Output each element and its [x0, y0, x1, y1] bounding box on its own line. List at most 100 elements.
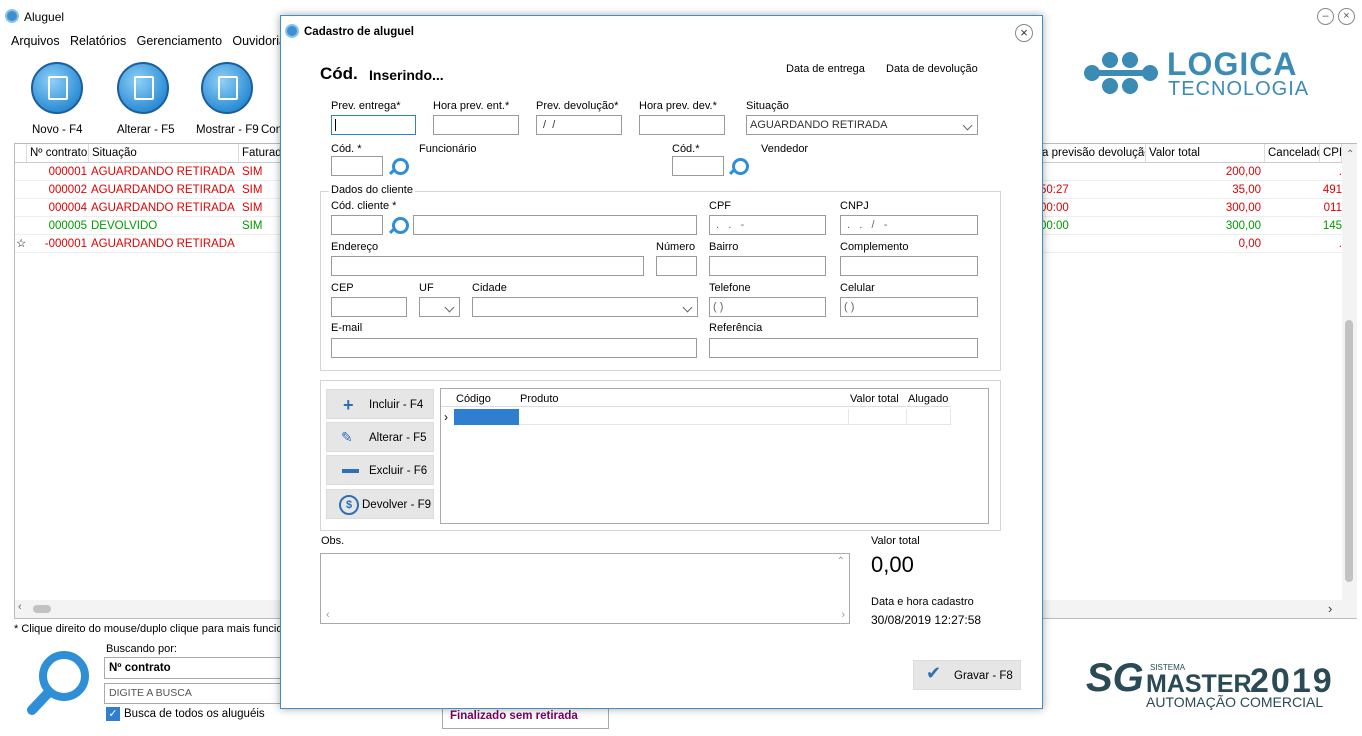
search-vendedor-icon[interactable] — [728, 158, 749, 176]
cep-input[interactable] — [331, 297, 407, 317]
cpf-input[interactable]: . . - — [709, 215, 826, 235]
devolver-button[interactable]: $ Devolver - F9 — [326, 489, 434, 519]
uf-select[interactable] — [419, 297, 460, 317]
col-valor-total[interactable]: Valor total — [1146, 144, 1265, 162]
prev-entrega-input[interactable] — [331, 115, 416, 135]
item-produto-cell[interactable] — [519, 409, 849, 425]
col-cpf[interactable]: CPF — [1320, 144, 1342, 162]
endereco-input[interactable] — [331, 256, 644, 276]
hora-prev-dev-input[interactable] — [639, 115, 725, 135]
cell-cpf[interactable]: . — [1320, 235, 1342, 253]
scroll-left-icon[interactable]: ‹ — [18, 601, 22, 613]
cell-faturado[interactable]: SIM — [242, 217, 280, 235]
cell-faturado[interactable]: SIM — [242, 163, 280, 181]
mostrar-button[interactable] — [201, 62, 253, 114]
cnpj-input[interactable]: . . / - — [840, 215, 978, 235]
dialog-close-button[interactable]: × — [1015, 24, 1033, 42]
cell-faturado[interactable] — [242, 235, 280, 253]
vertical-scroll-thumb[interactable] — [1345, 320, 1353, 582]
col-alugado[interactable]: Alugado — [908, 393, 948, 405]
cod-cliente-input[interactable] — [331, 215, 383, 235]
item-codigo-cell[interactable] — [454, 409, 519, 425]
close-window-button[interactable]: × — [1338, 8, 1355, 25]
nome-cliente-input[interactable] — [413, 215, 697, 235]
col-contrato[interactable]: Nº contrato — [27, 144, 89, 162]
item-valor-cell[interactable] — [849, 409, 907, 425]
cell-valor[interactable]: 200,00 — [1146, 163, 1261, 181]
cell-prev[interactable] — [1040, 163, 1140, 181]
cell-cpf[interactable]: 145 — [1320, 217, 1342, 235]
referencia-input[interactable] — [709, 338, 978, 358]
cell-prev[interactable]: 00:00 — [1040, 199, 1140, 217]
search-cliente-icon[interactable] — [388, 217, 409, 235]
horizontal-scroll-thumb[interactable] — [33, 605, 51, 613]
scroll-right-icon[interactable]: › — [1328, 601, 1332, 616]
vertical-scrollbar[interactable]: ⌃ — [1342, 144, 1357, 600]
col-produto[interactable]: Produto — [520, 393, 559, 405]
col-cancelado[interactable]: Cancelado — [1265, 144, 1320, 162]
cell-situacao[interactable]: AGUARDANDO RETIRADA — [91, 199, 239, 217]
excluir-button[interactable]: Excluir - F6 — [326, 455, 434, 485]
item-alugado-cell[interactable] — [907, 409, 951, 425]
cell-valor[interactable]: 35,00 — [1146, 181, 1261, 199]
cell-prev[interactable]: 50:27 — [1040, 181, 1140, 199]
prev-devolucao-input[interactable]: / / — [536, 115, 622, 135]
complemento-input[interactable] — [840, 256, 978, 276]
cell-cpf[interactable]: 491 — [1320, 181, 1342, 199]
cell-situacao[interactable]: DEVOLVIDO — [91, 217, 239, 235]
cell-situacao[interactable]: AGUARDANDO RETIRADA — [91, 163, 239, 181]
cidade-select[interactable] — [472, 297, 698, 317]
cell-valor[interactable]: 0,00 — [1146, 235, 1261, 253]
numero-input[interactable] — [656, 256, 697, 276]
search-funcionario-icon[interactable] — [388, 158, 409, 176]
cell-contrato[interactable]: 000004 — [27, 199, 87, 217]
telefone-input[interactable]: ( ) — [709, 297, 826, 317]
col-situacao[interactable]: Situação — [89, 144, 239, 162]
menu-gerenciamento[interactable]: Gerenciamento — [137, 34, 222, 48]
menu-ouvidoria[interactable]: Ouvidoria — [232, 34, 286, 48]
cell-cpf[interactable]: 011 — [1320, 199, 1342, 217]
cell-contrato[interactable]: 000002 — [27, 181, 87, 199]
cell-situacao[interactable]: AGUARDANDO RETIRADA — [91, 235, 239, 253]
cell-prev[interactable] — [1040, 235, 1140, 253]
scroll-right-icon[interactable]: › — [841, 609, 845, 621]
obs-textarea[interactable]: ⌃ › ‹ — [320, 553, 850, 624]
situacao-select[interactable]: AGUARDANDO RETIRADA — [746, 115, 978, 135]
col-valor-total-item[interactable]: Valor total — [850, 393, 899, 405]
alterar-button[interactable] — [117, 62, 169, 114]
cell-situacao[interactable]: AGUARDANDO RETIRADA — [91, 181, 239, 199]
automacao-text: AUTOMAÇÃO COMERCIAL — [1146, 694, 1324, 710]
itens-grid[interactable]: Código Produto Valor total Alugado › — [440, 388, 989, 524]
cod-funcionario-input[interactable] — [331, 156, 383, 176]
hora-prev-ent-input[interactable] — [433, 115, 519, 135]
novo-button[interactable] — [31, 62, 83, 114]
minimize-button[interactable]: – — [1317, 8, 1334, 25]
cod-vendedor-input[interactable] — [672, 156, 724, 176]
search-input[interactable]: DIGITE A BUSCA — [104, 683, 282, 704]
col-faturado[interactable]: Faturad — [239, 144, 281, 162]
cell-contrato[interactable]: -000001 — [27, 235, 87, 253]
menu-relatorios[interactable]: Relatórios — [70, 34, 126, 48]
scroll-up-icon[interactable]: ⌃ — [837, 556, 845, 567]
cell-faturado[interactable]: SIM — [242, 199, 280, 217]
cell-valor[interactable]: 300,00 — [1146, 217, 1261, 235]
menu-arquivos[interactable]: Arquivos — [11, 34, 60, 48]
cell-prev[interactable]: 00:00 — [1040, 217, 1140, 235]
cell-valor[interactable]: 300,00 — [1146, 199, 1261, 217]
scroll-left-icon[interactable]: ‹ — [326, 609, 330, 621]
bairro-input[interactable] — [709, 256, 826, 276]
celular-input[interactable]: ( ) — [840, 297, 978, 317]
alterar-item-button[interactable]: ✎ Alterar - F5 — [326, 422, 434, 452]
col-prev-devolucao[interactable]: a previsão devolução — [1039, 144, 1146, 162]
search-field-select[interactable]: Nº contrato — [104, 657, 282, 679]
col-codigo[interactable]: Código — [456, 393, 491, 405]
incluir-button[interactable]: + Incluir - F4 — [326, 389, 434, 419]
busca-todos-checkbox[interactable]: ✓ — [106, 707, 120, 721]
scroll-up-icon[interactable]: ⌃ — [1346, 149, 1354, 160]
cell-cpf[interactable]: . — [1320, 163, 1342, 181]
cell-contrato[interactable]: 000005 — [27, 217, 87, 235]
cell-faturado[interactable]: SIM — [242, 181, 280, 199]
gravar-button[interactable]: ✔ Gravar - F8 — [913, 660, 1021, 690]
cell-contrato[interactable]: 000001 — [27, 163, 87, 181]
email-input[interactable] — [331, 338, 697, 358]
